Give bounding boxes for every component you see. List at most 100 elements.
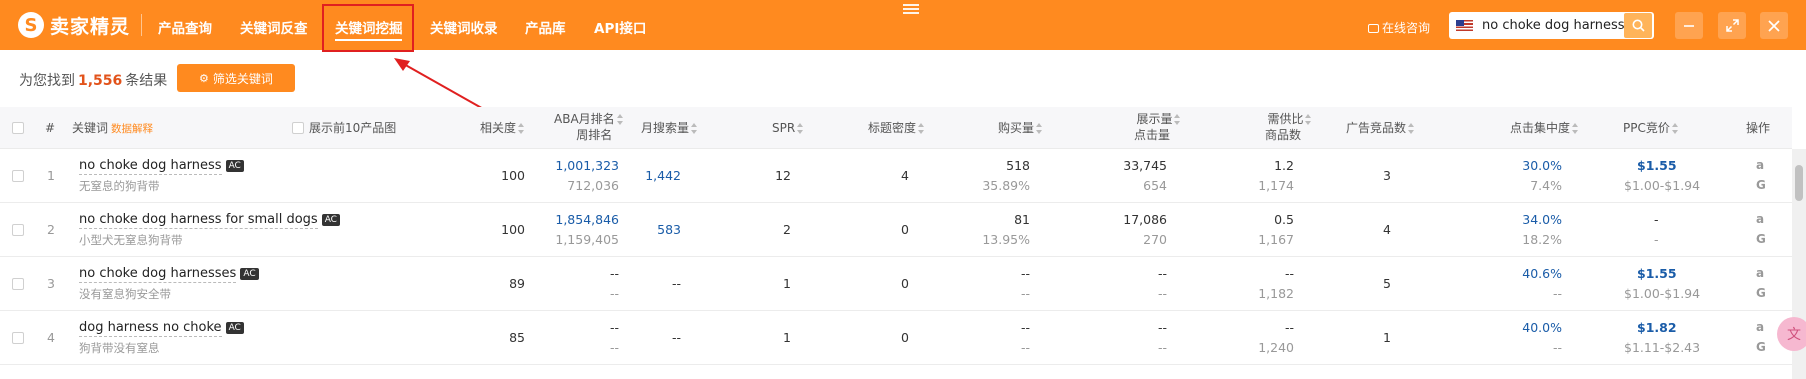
clicks: --: [1157, 340, 1167, 355]
maximize-button[interactable]: [1718, 12, 1746, 39]
col-purchases[interactable]: 购买量: [998, 120, 1043, 136]
keyword-translation: 没有窒息狗安全带: [79, 287, 171, 301]
col-spr[interactable]: SPR: [772, 120, 804, 136]
data-explain-link[interactable]: 数据解释: [111, 123, 153, 135]
show-top10-checkbox[interactable]: [292, 122, 304, 134]
col-monthly-search[interactable]: 月搜索量: [641, 120, 698, 136]
title-density: 0: [901, 222, 909, 237]
product-count: 1,182: [1258, 286, 1294, 301]
click-share: 18.2%: [1522, 232, 1562, 247]
collapse-menu-icon[interactable]: [903, 4, 919, 14]
click-concentration: 40.6%: [1522, 266, 1562, 281]
table-row: 1 no choke dog harness AC 无窒息的狗背带 100 1,0…: [0, 149, 1792, 203]
row-checkbox[interactable]: [12, 332, 24, 344]
ppc-range: $1.00-$1.94: [1624, 178, 1701, 193]
col-purchases-label: 购买量: [998, 121, 1035, 135]
google-icon[interactable]: G: [1756, 339, 1766, 355]
purchases: --: [1020, 266, 1030, 281]
spr: 1: [783, 330, 791, 345]
row-checkbox[interactable]: [12, 278, 24, 290]
nav-api[interactable]: API接口: [594, 17, 646, 37]
amazon-icon[interactable]: a: [1756, 211, 1764, 227]
select-all-checkbox[interactable]: [12, 122, 24, 134]
keyword-cell[interactable]: dog harness no choke AC: [79, 320, 244, 337]
impressions: --: [1157, 266, 1167, 281]
close-button[interactable]: [1760, 12, 1788, 39]
impressions: 33,745: [1123, 158, 1167, 173]
aba-month-rank[interactable]: 1,854,846: [555, 212, 619, 228]
keyword-text[interactable]: no choke dog harnesses: [79, 266, 237, 283]
col-aba-rank[interactable]: ABA月排名 周排名: [554, 111, 624, 143]
monthly-search[interactable]: 583: [657, 222, 681, 238]
filter-label: 筛选关键词: [212, 71, 273, 86]
row-checkbox[interactable]: [12, 224, 24, 236]
col-ad-products[interactable]: 广告竞品数: [1346, 120, 1415, 136]
col-ppc-label: PPC竞价: [1623, 121, 1670, 135]
translate-float-icon[interactable]: 文: [1777, 317, 1806, 351]
amazon-icon[interactable]: a: [1756, 319, 1764, 335]
close-icon: [1768, 19, 1780, 32]
nav-product-library[interactable]: 产品库: [525, 17, 566, 37]
search-button[interactable]: [1624, 13, 1652, 38]
monthly-search[interactable]: 1,442: [645, 168, 681, 184]
click-concentration: 34.0%: [1522, 212, 1562, 227]
col-click-concentration[interactable]: 点击集中度: [1510, 120, 1579, 136]
col-keyword[interactable]: 关键词 数据解释: [72, 120, 153, 137]
table-row: 3 no choke dog harnesses AC 没有窒息狗安全带 89 -…: [0, 257, 1792, 311]
scrollbar-thumb[interactable]: [1795, 165, 1803, 201]
col-supply-line2: 商品数: [1265, 128, 1302, 142]
keyword-text[interactable]: no choke dog harness: [79, 158, 222, 175]
col-title-density[interactable]: 标题密度: [868, 120, 925, 136]
col-supply-ratio[interactable]: 需供比 商品数: [1265, 111, 1312, 143]
col-monthly-search-label: 月搜索量: [641, 121, 690, 135]
nav-keyword-reverse[interactable]: 关键词反查: [240, 17, 308, 37]
row-index: 4: [47, 330, 55, 345]
online-consult-link[interactable]: 在线咨询: [1368, 19, 1430, 36]
purchase-rate: --: [1020, 286, 1030, 301]
row-checkbox[interactable]: [12, 170, 24, 182]
col-click-concentration-label: 点击集中度: [1510, 121, 1571, 135]
keyword-cell[interactable]: no choke dog harness AC: [79, 158, 244, 175]
amazon-icon[interactable]: a: [1756, 265, 1764, 281]
keyword-cell[interactable]: no choke dog harnesses AC: [79, 266, 259, 283]
nav-keyword-indexing[interactable]: 关键词收录: [430, 17, 498, 37]
product-count: 1,240: [1258, 340, 1294, 355]
table-row-partial: [0, 365, 1792, 379]
aba-week-rank: 1,159,405: [555, 232, 619, 247]
ad-products: 5: [1383, 276, 1391, 291]
us-flag-icon[interactable]: [1456, 20, 1473, 31]
col-ppc[interactable]: PPC竞价: [1623, 120, 1679, 136]
brand-logo[interactable]: S 卖家精灵: [18, 11, 130, 39]
logo-divider: [141, 14, 142, 36]
amazon-icon[interactable]: a: [1756, 157, 1764, 173]
search-input[interactable]: [1482, 18, 1627, 33]
ad-products: 3: [1383, 168, 1391, 183]
google-icon[interactable]: G: [1756, 177, 1766, 193]
google-icon[interactable]: G: [1756, 285, 1766, 301]
col-impressions[interactable]: 展示量 点击量: [1134, 111, 1181, 143]
col-relevance[interactable]: 相关度: [480, 120, 525, 136]
spr: 2: [783, 222, 791, 237]
nav-product-query[interactable]: 产品查询: [158, 17, 212, 37]
aba-month-rank[interactable]: 1,001,323: [555, 158, 619, 174]
col-relevance-label: 相关度: [480, 121, 517, 135]
keyword-text[interactable]: dog harness no choke: [79, 320, 222, 337]
keyword-translation: 小型犬无窒息狗背带: [79, 233, 183, 247]
ppc-range: -: [1654, 232, 1659, 247]
keyword-cell[interactable]: no choke dog harness for small dogs AC: [79, 212, 340, 229]
sort-icon: [1174, 114, 1181, 125]
google-icon[interactable]: G: [1756, 231, 1766, 247]
ac-badge: AC: [225, 322, 244, 334]
keyword-text[interactable]: no choke dog harness for small dogs: [79, 212, 318, 229]
filter-icon: ⚙: [199, 71, 209, 85]
click-concentration: 30.0%: [1522, 158, 1562, 173]
click-share: --: [1552, 286, 1562, 301]
table-header: # 关键词 数据解释 展示前10产品图 相关度 ABA月排名 周排名 月搜索量 SP…: [0, 107, 1792, 149]
filter-keywords-button[interactable]: ⚙ 筛选关键词: [177, 64, 295, 92]
table-row: 4 dog harness no choke AC 狗背带没有窒息 85 -- -…: [0, 311, 1792, 365]
minimize-button[interactable]: [1675, 12, 1703, 39]
sort-icon: [1036, 123, 1043, 134]
supply-ratio: 1.2: [1274, 158, 1294, 173]
purchase-rate: 13.95%: [982, 232, 1030, 247]
click-share: 7.4%: [1530, 178, 1562, 193]
